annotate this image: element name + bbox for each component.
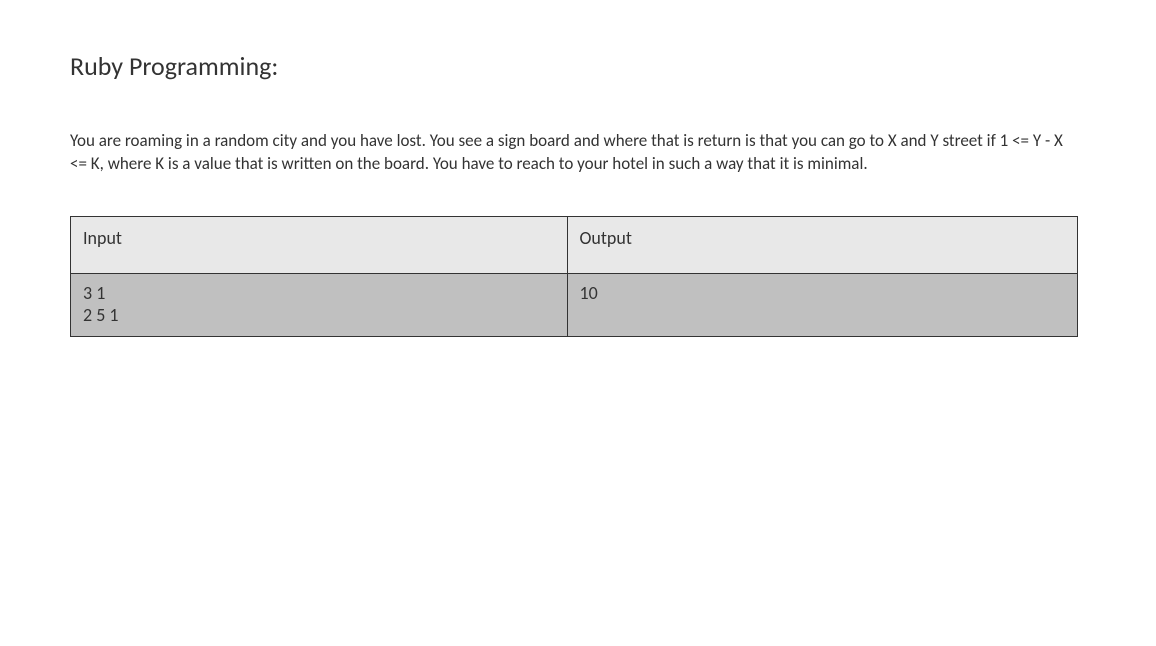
- problem-description: You are roaming in a random city and you…: [70, 130, 1070, 176]
- table-header-row: Input Output: [71, 216, 1078, 273]
- cell-output: 10: [567, 273, 1078, 336]
- table-row: 3 1 2 5 1 10: [71, 273, 1078, 336]
- cell-input: 3 1 2 5 1: [71, 273, 568, 336]
- header-input: Input: [71, 216, 568, 273]
- header-output: Output: [567, 216, 1078, 273]
- io-table: Input Output 3 1 2 5 1 10: [70, 216, 1078, 337]
- page-title: Ruby Programming:: [70, 50, 1086, 82]
